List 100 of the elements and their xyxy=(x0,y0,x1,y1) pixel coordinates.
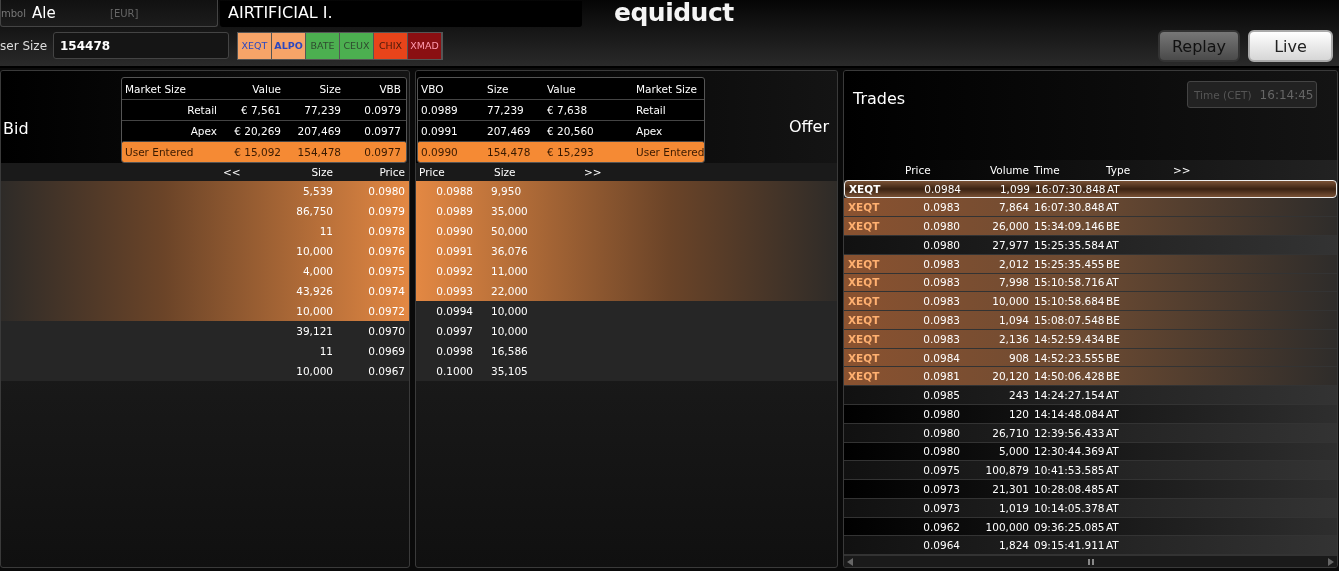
scroll-left-icon[interactable] xyxy=(847,557,853,566)
time-cell-text: 10:14:05.378 xyxy=(1033,501,1106,514)
trade-row[interactable]: XEQT 0.0983 7,864 16:07:30.848AT xyxy=(844,198,1337,218)
trade-row[interactable]: XEQT 0.0983 1,094 15:08:07.548 BE xyxy=(844,311,1337,330)
currency-label: [EUR] xyxy=(110,7,139,19)
table-cell-text: 154,478 xyxy=(296,146,342,158)
venue-cell-text: XEQT xyxy=(848,351,881,364)
type-cell-text: AT xyxy=(1106,426,1120,439)
volume-cell-text: 26,710 xyxy=(991,426,1029,439)
type-cell-text: AT xyxy=(1106,501,1120,514)
price-cell-text: 0.1000 xyxy=(435,365,473,377)
trade-row[interactable]: 0.0985 243 14:24:27.154AT xyxy=(844,386,1337,405)
type-cell-text: AT xyxy=(1106,238,1120,251)
column-header: Size xyxy=(486,82,510,95)
price-cell-text: 0.0989 xyxy=(435,205,473,217)
size-cell-text: 4,000 xyxy=(301,265,333,277)
table-cell-text: 77,239 xyxy=(486,104,525,116)
venue-button[interactable]: CHIX xyxy=(374,32,408,59)
column-header: Price xyxy=(905,163,932,176)
time-cell-text: 14:14:48.084 xyxy=(1033,407,1106,420)
time-cell-text: 15:10:58.716 xyxy=(1033,276,1106,289)
table-cell-text: 0.0977 xyxy=(363,146,402,158)
price-cell-text: 0.0962 xyxy=(922,520,960,533)
price-cell-text: 0.0983 xyxy=(922,314,960,326)
price-cell-text: 0.0980 xyxy=(922,445,960,458)
trade-row[interactable]: 0.0973 21,301 10:28:08.485AT xyxy=(844,480,1337,499)
price-cell-text: 0.0998 xyxy=(435,345,473,357)
table-cell-text: User Entered xyxy=(635,146,706,158)
type-cell-text: BE xyxy=(1106,332,1121,345)
price-cell-text: 0.0997 xyxy=(435,325,473,337)
symbol-field[interactable]: mbol Ale [EUR] xyxy=(0,0,218,27)
user-size-label: ser Size xyxy=(0,38,47,53)
price-cell-text: 0.0978 xyxy=(367,225,405,237)
trade-row[interactable]: XEQT 0.0980 26,000 15:34:09.146 BE xyxy=(844,217,1337,236)
price-cell-text: 0.0974 xyxy=(367,285,405,297)
price-cell-text: 0.0975 xyxy=(922,464,960,477)
column-header: Size xyxy=(318,82,342,95)
size-cell-text: 10,000 xyxy=(295,305,333,317)
time-cell-text: 16:07:30.848 xyxy=(1034,183,1107,195)
type-cell-text: AT xyxy=(1106,389,1120,402)
column-header: Market Size xyxy=(124,82,187,95)
volume-cell-text: 21,301 xyxy=(991,483,1029,495)
time-value: 16:14:45 xyxy=(1259,87,1314,102)
time-cell-text: 10:41:53.585 xyxy=(1033,464,1106,477)
volume-cell-text: 120 xyxy=(1007,407,1029,420)
horizontal-scrollbar[interactable] xyxy=(844,555,1337,567)
column-header: Size xyxy=(494,166,517,178)
trade-row[interactable]: 0.0964 1,824 09:15:41.911AT xyxy=(844,536,1337,556)
size-cell-text: 10,000 xyxy=(490,325,529,337)
size-cell-text: 16,586 xyxy=(490,345,529,357)
volume-cell-text: 26,000 xyxy=(991,220,1029,233)
scroll-right-icon[interactable] xyxy=(1328,557,1334,566)
volume-cell-text: 2,136 xyxy=(997,332,1029,345)
volume-cell-text: 243 xyxy=(1007,389,1029,402)
column-header[interactable]: >> xyxy=(584,166,837,178)
trade-row[interactable]: XEQT 0.0983 10,000 15:10:58.684 BE xyxy=(844,292,1337,312)
price-cell-text: 0.0983 xyxy=(922,295,960,308)
price-cell-text: 0.0983 xyxy=(922,276,960,289)
size-cell-text: 36,076 xyxy=(490,245,529,257)
price-cell-text: 0.0980 xyxy=(922,220,960,233)
size-cell-text: 35,000 xyxy=(490,205,529,217)
column-header[interactable]: >> xyxy=(1173,163,1337,176)
symbol-label: mbol xyxy=(1,7,26,19)
mode-button[interactable]: Live xyxy=(1248,30,1333,62)
scroll-thumb-grip-icon[interactable] xyxy=(1087,558,1094,565)
venue-cell-text: XEQT xyxy=(848,314,881,326)
type-cell-text: AT xyxy=(1106,201,1120,214)
venue-button[interactable]: XEQT xyxy=(238,32,272,59)
time-cell-text: 15:25:35.584 xyxy=(1033,238,1106,251)
table-cell-text: € 20,269 xyxy=(233,125,282,137)
time-cell-text: 14:52:59.434 xyxy=(1033,332,1106,345)
venue-button[interactable]: XMAD xyxy=(408,32,442,59)
price-cell-text: 0.0973 xyxy=(922,501,960,514)
time-cell-text: 16:07:30.848 xyxy=(1033,201,1106,214)
price-cell-text: 0.0964 xyxy=(922,539,960,552)
table-cell-text: 0.0979 xyxy=(363,104,402,116)
time-cell-text: 15:25:35.455 xyxy=(1033,257,1106,270)
price-cell-text: 0.0984 xyxy=(922,351,960,364)
table-cell-text: € 20,560 xyxy=(546,125,595,137)
venue-button[interactable]: ALPO xyxy=(272,32,306,59)
column-header[interactable]: << xyxy=(223,166,253,178)
column-header: Value xyxy=(251,82,282,95)
venue-button[interactable]: CEUX xyxy=(340,32,374,59)
table-cell-text: € 7,561 xyxy=(239,104,282,116)
volume-cell-text: 908 xyxy=(1007,351,1029,364)
price-cell-text: 0.0983 xyxy=(922,201,960,214)
trade-row[interactable]: XEQT 0.0981 20,120 14:50:06.428 BE xyxy=(844,367,1337,387)
size-cell-text: 22,000 xyxy=(490,285,529,297)
venue-cell-text: XEQT xyxy=(848,332,881,345)
venue-button[interactable]: BATE xyxy=(306,32,340,59)
table-cell-text: 0.0989 xyxy=(420,104,459,116)
trade-row[interactable]: 0.0975 100,879 10:41:53.585AT xyxy=(844,461,1337,481)
volume-cell-text: 27,977 xyxy=(991,238,1029,251)
user-size-field[interactable]: 154478 xyxy=(53,32,229,59)
table-cell-text: 0.0990 xyxy=(420,146,459,158)
size-cell-text: 35,105 xyxy=(490,365,529,377)
size-cell-text: 11 xyxy=(318,225,333,237)
trade-row[interactable]: 0.0980 120 14:14:48.084AT xyxy=(844,405,1337,424)
panel-title: Trades xyxy=(853,89,906,108)
volume-cell-text: 1,099 xyxy=(998,183,1030,195)
